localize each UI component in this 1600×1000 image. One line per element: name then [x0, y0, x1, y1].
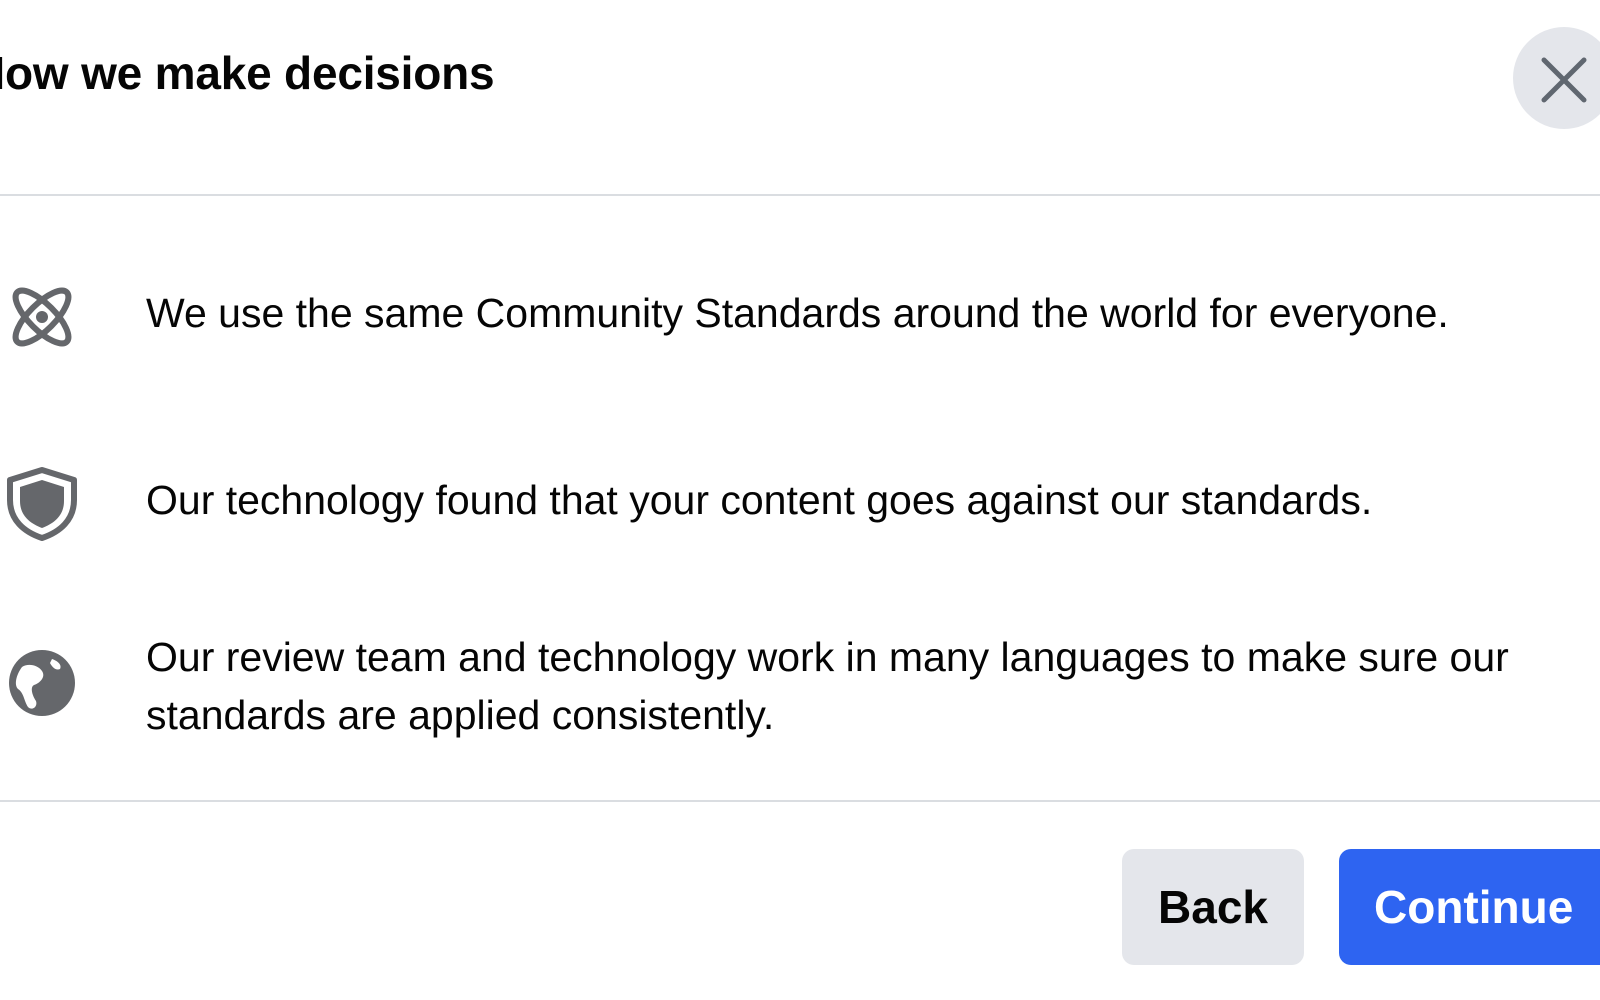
info-item-text: Our technology found that your content g…	[146, 477, 1373, 523]
shield-icon	[7, 467, 77, 541]
footer-divider	[0, 800, 1600, 802]
atom-icon	[12, 287, 72, 347]
decision-dialog: How we make decisions We use the same Co…	[0, 0, 1600, 1000]
close-icon	[1541, 57, 1587, 103]
info-item-text: Our review team and technology work in m…	[146, 634, 1509, 738]
continue-button[interactable]: Continue	[1339, 849, 1600, 965]
header-divider	[0, 194, 1600, 196]
globe-icon	[9, 650, 75, 716]
dialog-title: How we make decisions	[0, 47, 495, 99]
back-button[interactable]: Back	[1122, 849, 1304, 965]
info-item-text: We use the same Community Standards arou…	[146, 290, 1449, 336]
close-button[interactable]	[1513, 27, 1600, 129]
